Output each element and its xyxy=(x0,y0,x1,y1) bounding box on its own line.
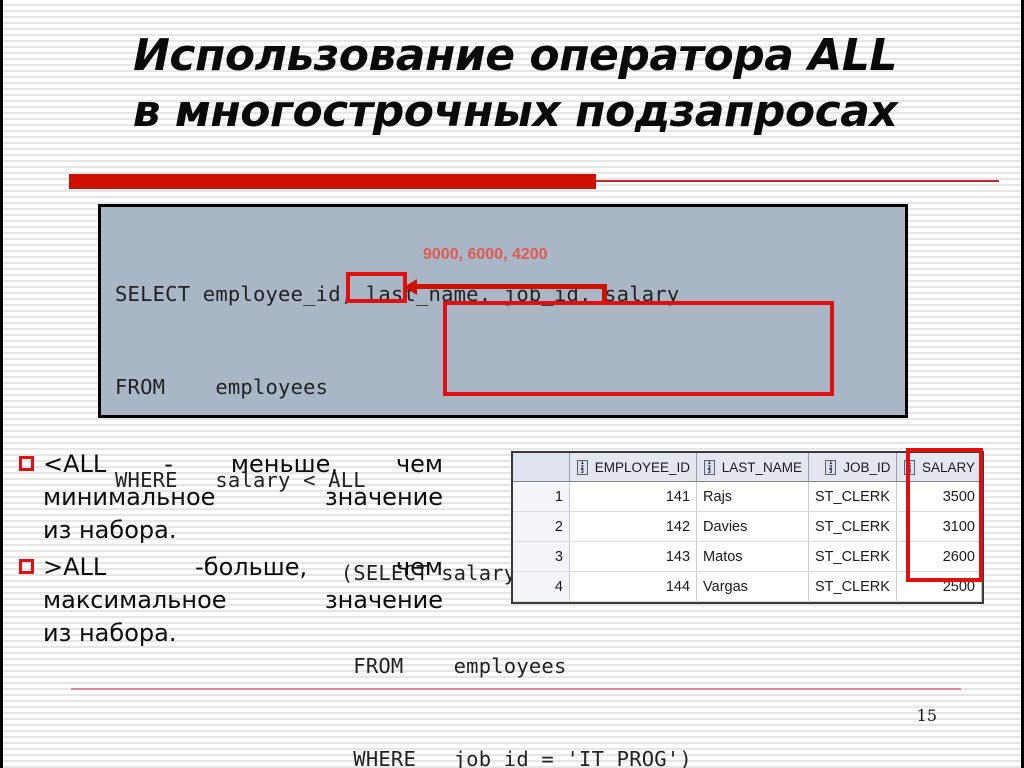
column-header-rownum[interactable] xyxy=(513,453,570,482)
column-header-job-id[interactable]: 123 JOB_ID xyxy=(808,453,898,482)
subquery-highlight-box xyxy=(443,301,834,396)
cell-job-id: ST_CLERK xyxy=(808,511,898,542)
bullet-2-line-2: максимальное значение xyxy=(43,586,443,614)
subquery-arrow-head-icon xyxy=(404,279,417,295)
numeric-type-icon: 123 xyxy=(576,459,588,475)
cell-rownum: 2 xyxy=(513,511,570,542)
footer-divider xyxy=(71,688,961,690)
bullet-1-line-2: минимальное значение xyxy=(43,483,443,511)
sql-line-6: WHERE job_id = 'IT_PROG') xyxy=(115,747,692,768)
column-header-last-name[interactable]: 123 LAST_NAME xyxy=(696,453,809,482)
bullet-text-less-than-all: <ALL - меньше, чем минимальное значение … xyxy=(43,448,443,547)
bullet-list: <ALL - меньше, чем минимальное значение … xyxy=(19,448,489,654)
title-line-2: в многострочных подзапросах xyxy=(132,86,898,137)
cell-last-name: Rajs xyxy=(696,481,809,512)
cell-rownum: 3 xyxy=(513,541,570,572)
cell-job-id: ST_CLERK xyxy=(808,481,898,512)
column-label-employee-id: EMPLOYEE_ID xyxy=(594,459,691,475)
page-title: Использование оператора ALL в многостроч… xyxy=(3,28,1021,140)
salary-column-highlight-box xyxy=(906,448,983,582)
sql-line-5: FROM employees xyxy=(115,654,567,678)
bullet-2-line-3: из набора. xyxy=(43,619,177,647)
column-label-last-name: LAST_NAME xyxy=(721,459,802,475)
cell-rownum: 4 xyxy=(513,571,570,602)
all-keyword-highlight-box xyxy=(346,272,407,303)
cell-employee-id: 144 xyxy=(569,571,698,602)
cell-last-name: Davies xyxy=(696,511,809,542)
cell-job-id: ST_CLERK xyxy=(808,541,898,572)
bullet-1-line-3: из набора. xyxy=(43,516,177,544)
bullet-1-line-1: <ALL - меньше, чем xyxy=(43,450,443,478)
cell-job-id: ST_CLERK xyxy=(808,571,898,602)
bullet-item-less-than-all: <ALL - меньше, чем минимальное значение … xyxy=(19,448,489,547)
cell-employee-id: 141 xyxy=(569,481,698,512)
page-number: 15 xyxy=(916,706,937,725)
cell-employee-id: 142 xyxy=(569,511,698,542)
red-square-bullet-icon xyxy=(19,559,34,574)
bullet-2-line-1: >ALL -больше, чем xyxy=(43,553,443,581)
title-divider-thick xyxy=(69,174,596,189)
numeric-type-icon: 123 xyxy=(703,459,715,475)
salary-values-annotation: 9000, 6000, 4200 xyxy=(423,246,548,263)
column-header-employee-id[interactable]: 123 EMPLOYEE_ID xyxy=(569,453,698,482)
cell-last-name: Matos xyxy=(696,541,809,572)
numeric-type-icon: 123 xyxy=(825,459,837,475)
subquery-arrow-shaft-horizontal xyxy=(415,284,607,289)
slide-canvas: Использование оператора ALL в многостроч… xyxy=(0,0,1024,768)
bullet-item-greater-than-all: >ALL -больше, чем максимальное значение … xyxy=(19,551,489,650)
cell-employee-id: 143 xyxy=(569,541,698,572)
red-square-bullet-icon xyxy=(19,456,34,471)
cell-last-name: Vargas xyxy=(696,571,809,602)
title-line-1: Использование оператора ALL xyxy=(133,30,897,81)
column-label-job-id: JOB_ID xyxy=(843,459,891,475)
cell-rownum: 1 xyxy=(513,481,570,512)
bullet-text-greater-than-all: >ALL -больше, чем максимальное значение … xyxy=(43,551,443,650)
